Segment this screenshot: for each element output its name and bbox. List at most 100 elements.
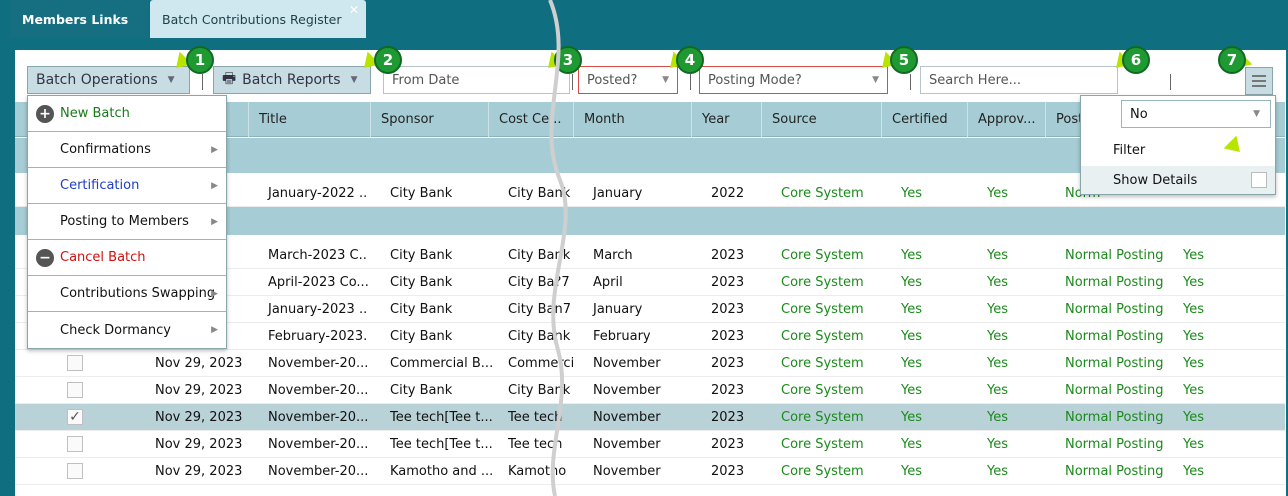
col-label: Year (702, 112, 730, 127)
row-checkbox[interactable] (67, 382, 83, 398)
printer-icon: 🖶 (222, 68, 237, 87)
col-source[interactable]: Source (761, 102, 881, 137)
from-date-input[interactable]: From Date (383, 66, 570, 94)
cell-posted: Yes (1183, 383, 1204, 398)
cell-source: Core System (781, 383, 864, 398)
cell-year: 2023 (711, 302, 745, 317)
column-menu-button[interactable] (1245, 67, 1273, 95)
cell-title: November-20... (268, 410, 368, 425)
cell-cost: Tee tech (508, 437, 563, 452)
menu-item-certification[interactable]: Certification ▶ (28, 168, 226, 204)
separator (1170, 74, 1171, 90)
filter-select-value: No (1130, 106, 1148, 122)
cell-certified: Yes (901, 410, 922, 425)
col-month[interactable]: Month (573, 102, 693, 137)
tab-batch-contributions-register[interactable]: Batch Contributions Register ✕ (150, 0, 366, 38)
posting-mode-select[interactable]: Posting Mode? ▼ (699, 66, 888, 94)
cell-year: 2023 (711, 464, 745, 479)
cell-source: Core System (781, 329, 864, 344)
menu-item-show-details[interactable]: Show Details (1081, 166, 1275, 194)
col-year[interactable]: Year (691, 102, 761, 137)
row-checkbox[interactable] (67, 463, 83, 479)
table-row[interactable]: Nov 29, 2023 November-20... Commercial B..… (15, 350, 1285, 377)
tab-bar: Members Links Batch Contributions Regist… (0, 0, 1288, 38)
batch-operations-menu: + New Batch Confirmations ▶ Certification ▶… (27, 95, 227, 349)
menu-item-confirmations[interactable]: Confirmations ▶ (28, 132, 226, 168)
filter-select[interactable]: No ▼ (1121, 100, 1271, 128)
show-details-checkbox[interactable] (1251, 172, 1267, 188)
cell-title: November-20... (268, 437, 368, 452)
cell-month: November (593, 383, 661, 398)
search-input[interactable]: Search Here... (920, 66, 1118, 94)
cell-month: November (593, 410, 661, 425)
col-label: Sponsor (381, 112, 434, 127)
posted-placeholder: Posted? (587, 72, 638, 88)
cell-approved: Yes (987, 275, 1008, 290)
batch-reports-label: Batch Reports (242, 72, 341, 88)
cell-source: Core System (781, 464, 864, 479)
cell-posting: Normal Posting (1065, 329, 1164, 344)
menu-label: Check Dormancy (60, 322, 171, 338)
cell-cost: Commercia (508, 356, 574, 371)
batch-operations-button[interactable]: Batch Operations ▼ (27, 66, 190, 94)
cell-month: January (593, 302, 643, 317)
table-row[interactable]: ✓ Nov 29, 2023 November-20... Tee tech[Tee … (15, 404, 1285, 431)
cell-title: February-2023... (268, 329, 368, 344)
menu-label: Confirmations (60, 142, 151, 157)
cell-date: Nov 29, 2023 (155, 437, 243, 452)
from-date-placeholder: From Date (392, 72, 460, 88)
batch-reports-button[interactable]: 🖶 Batch Reports ▼ (213, 66, 371, 94)
caret-down-icon: ▼ (167, 75, 175, 85)
posted-select[interactable]: Posted? ▼ (578, 66, 678, 94)
cell-posted: Yes (1183, 464, 1204, 479)
cell-title: November-20... (268, 464, 368, 479)
chevron-right-icon: ▶ (211, 144, 218, 155)
cell-posted: Yes (1183, 356, 1204, 371)
cell-date: Nov 29, 2023 (155, 464, 243, 479)
cell-cost: Tee tech (508, 410, 563, 425)
cell-posted: Yes (1183, 437, 1204, 452)
menu-item-filter[interactable]: Filter (1081, 136, 1275, 164)
tab-label: Batch Contributions Register (162, 11, 342, 27)
menu-item-new-batch[interactable]: + New Batch (28, 96, 226, 132)
close-icon[interactable]: ✕ (349, 3, 359, 17)
menu-item-posting-to-members[interactable]: Posting to Members ▶ (28, 204, 226, 240)
cell-posting: Normal Posting (1065, 410, 1164, 425)
row-checkbox[interactable] (67, 436, 83, 452)
caret-down-icon: ▼ (350, 75, 358, 85)
cell-certified: Yes (901, 302, 922, 317)
cell-title: January-2023 ... (268, 302, 368, 317)
table-row[interactable]: Nov 29, 2023 November-20... City Bank City … (15, 377, 1285, 404)
menu-item-check-dormancy[interactable]: Check Dormancy ▶ (28, 312, 226, 348)
row-checkbox[interactable] (67, 355, 83, 371)
cell-month: November (593, 437, 661, 452)
plus-circle-icon: + (36, 104, 54, 123)
row-checkbox[interactable]: ✓ (67, 409, 83, 425)
table-row[interactable]: Nov 29, 2023 November-20... Tee tech[Tee t… (15, 431, 1285, 458)
col-certified[interactable]: Certified (881, 102, 967, 137)
cell-posting: Normal Posting (1065, 356, 1164, 371)
col-cost-center[interactable]: Cost Ce... (488, 102, 573, 137)
batch-operations-label: Batch Operations (36, 72, 158, 88)
menu-label: Cancel Batch (60, 250, 146, 265)
tab-members-links[interactable]: Members Links (10, 0, 148, 38)
col-sponsor[interactable]: Sponsor (370, 102, 488, 137)
menu-label: Certification (60, 178, 140, 193)
col-title[interactable]: Title (248, 102, 358, 137)
menu-item-contributions-swapping[interactable]: Contributions Swapping ▶ (28, 276, 226, 312)
col-approved[interactable]: Approv... (967, 102, 1045, 137)
caret-down-icon: ▼ (872, 75, 879, 85)
cell-approved: Yes (987, 248, 1008, 263)
table-row[interactable]: Nov 29, 2023 November-20... Kamotho and ..… (15, 458, 1285, 485)
cell-sponsor: Commercial B... (390, 356, 494, 371)
cell-month: January (593, 186, 643, 201)
caret-down-icon: ▼ (662, 75, 669, 85)
cell-year: 2023 (711, 356, 745, 371)
separator (910, 74, 911, 90)
step-badge: 1 (186, 46, 214, 74)
menu-item-cancel-batch[interactable]: − Cancel Batch (28, 240, 226, 276)
cell-approved: Yes (987, 437, 1008, 452)
cell-posted: Yes (1183, 302, 1204, 317)
badge-number: 6 (1130, 51, 1142, 69)
col-label: Approv... (978, 112, 1036, 127)
